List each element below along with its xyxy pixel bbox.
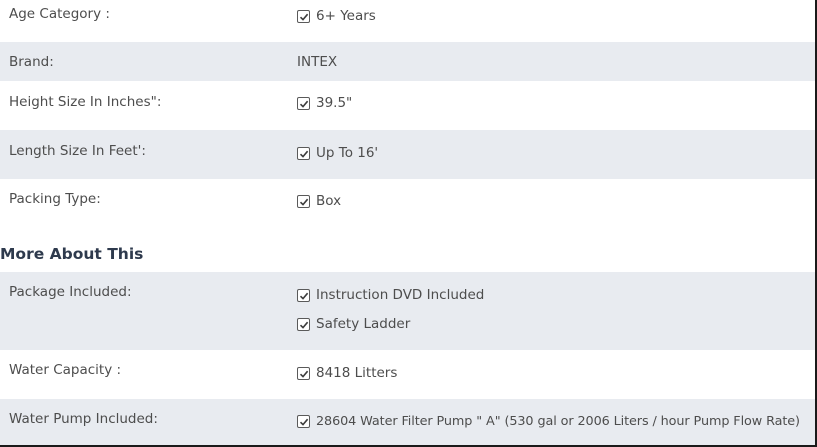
checkbox-checked-icon (297, 96, 310, 110)
water-pump-label: Water Pump Included: (9, 411, 158, 427)
spec-row-height: Height Size In Inches": 39.5" (0, 81, 815, 130)
water-pump-value: 28604 Water Filter Pump " A" (530 gal or… (316, 413, 800, 429)
age-category-label: Age Category : (9, 6, 110, 22)
height-label: Height Size In Inches": (9, 94, 162, 110)
length-option: Up To 16' (297, 143, 378, 163)
packing-type-option: Box (297, 191, 341, 211)
package-included-option-1: Instruction DVD Included (297, 285, 484, 305)
spec-row-water-capacity: Water Capacity : 8418 Litters (0, 350, 815, 399)
package-included-value-2: Safety Ladder (316, 316, 411, 332)
spec-row-packing-type: Packing Type: Box (0, 179, 815, 229)
spec-row-water-pump: Water Pump Included: 28604 Water Filter … (0, 399, 815, 445)
water-capacity-option: 8418 Litters (297, 363, 397, 383)
checkbox-checked-icon (297, 194, 310, 208)
package-included-option-2: Safety Ladder (297, 314, 410, 334)
checkbox-checked-icon (297, 317, 310, 331)
brand-value: INTEX (297, 54, 338, 70)
checkbox-checked-icon (297, 414, 310, 428)
spec-row-length: Length Size In Feet': Up To 16' (0, 130, 815, 179)
height-value: 39.5" (316, 95, 353, 111)
section-heading-more-about: More About This (0, 245, 144, 263)
water-pump-option: 28604 Water Filter Pump " A" (530 gal or… (297, 411, 800, 431)
package-included-label: Package Included: (9, 284, 132, 300)
checkbox-checked-icon (297, 366, 310, 380)
brand-label: Brand: (9, 54, 54, 70)
checkbox-checked-icon (297, 288, 310, 302)
package-included-value-1: Instruction DVD Included (316, 287, 485, 303)
packing-type-label: Packing Type: (9, 191, 101, 207)
checkbox-checked-icon (297, 9, 310, 23)
length-label: Length Size In Feet': (9, 143, 146, 159)
spec-row-age-category: Age Category : 6+ Years (0, 0, 815, 42)
length-value: Up To 16' (316, 145, 379, 161)
height-option: 39.5" (297, 93, 352, 113)
spec-table: Age Category : 6+ Years Brand: INTEX Hei… (0, 0, 817, 447)
spec-row-brand: Brand: INTEX (0, 42, 815, 81)
spec-row-package-included: Package Included: Instruction DVD Includ… (0, 272, 815, 350)
age-category-option: 6+ Years (297, 6, 376, 26)
age-category-value: 6+ Years (316, 8, 376, 24)
water-capacity-label: Water Capacity : (9, 362, 122, 378)
water-capacity-value: 8418 Litters (316, 365, 398, 381)
checkbox-checked-icon (297, 146, 310, 160)
packing-type-value: Box (316, 193, 342, 209)
